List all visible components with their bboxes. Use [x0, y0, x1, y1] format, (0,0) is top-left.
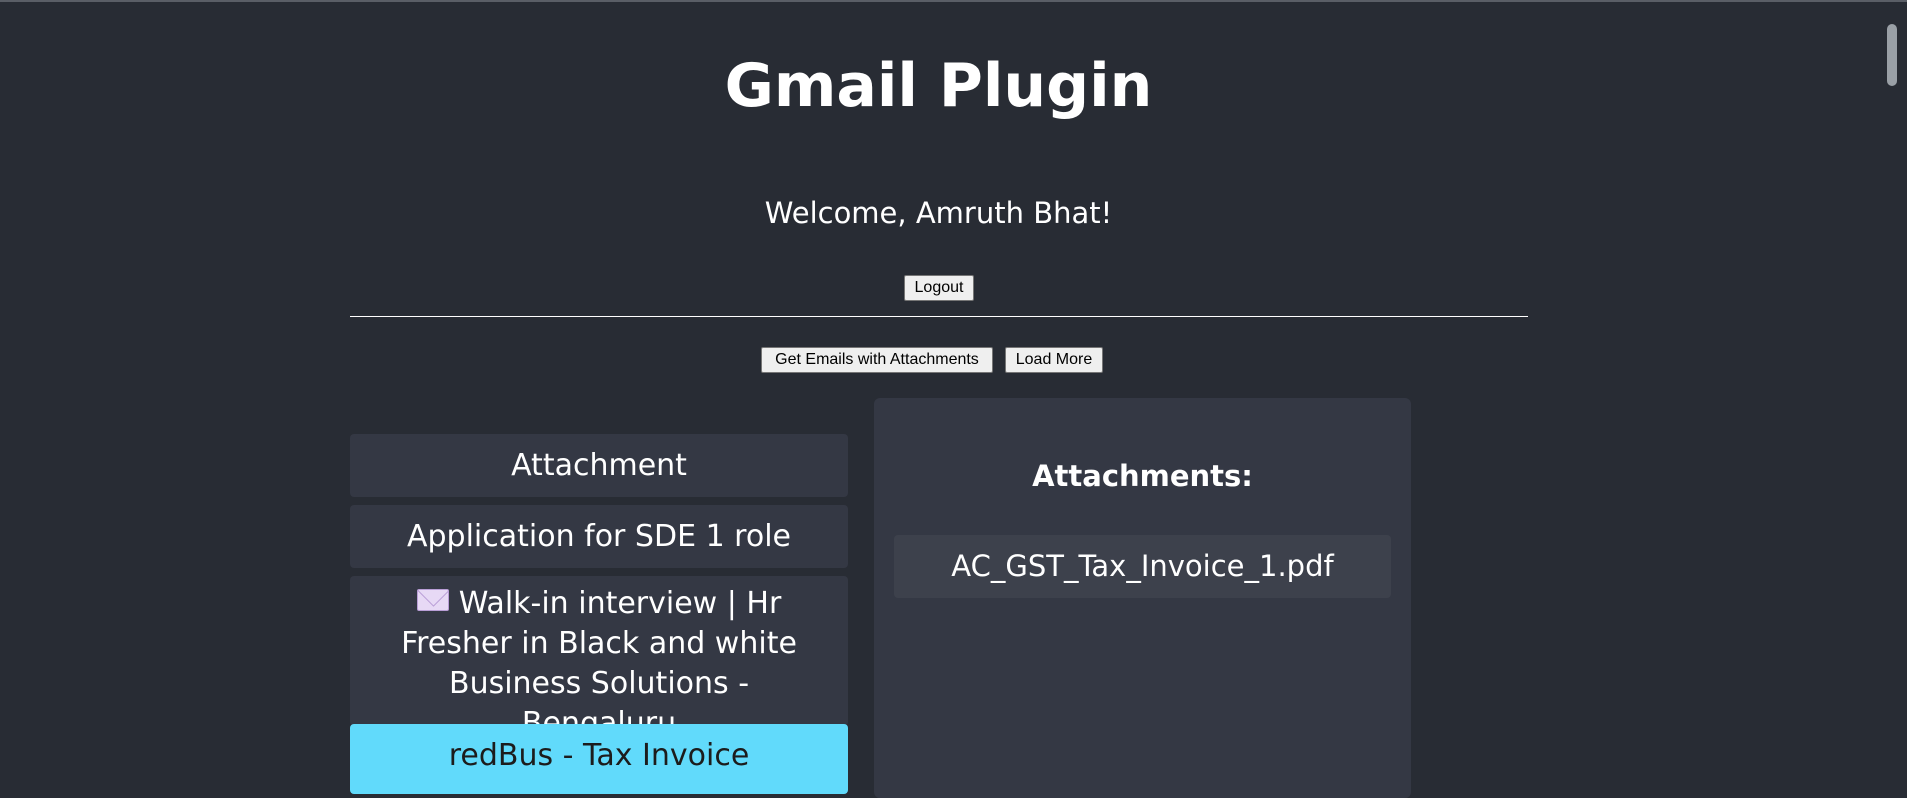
page-title: Gmail Plugin — [724, 51, 1153, 121]
attachments-heading: Attachments: — [1032, 459, 1253, 493]
app-page: Gmail Plugin Welcome, Amruth Bhat! Logou… — [0, 0, 1877, 798]
attachment-file-item[interactable]: AC_GST_Tax_Invoice_1.pdf — [894, 535, 1391, 598]
email-item-sde-application[interactable]: Application for SDE 1 role — [350, 505, 848, 568]
vertical-scrollbar[interactable] — [1877, 2, 1907, 786]
email-subject: redBus - Tax Invoice — [448, 738, 750, 773]
attachments-panel: Attachments: AC_GST_Tax_Invoice_1.pdf — [874, 398, 1411, 798]
email-subject: Attachment — [511, 448, 687, 483]
load-more-button[interactable]: Load More — [1005, 347, 1103, 373]
welcome-message: Welcome, Amruth Bhat! — [764, 196, 1113, 230]
email-item-attachment[interactable]: Attachment — [350, 434, 848, 497]
email-item-walk-in-interview[interactable]: Walk-in interview | Hr Fresher in Black … — [350, 576, 848, 741]
email-item-redbus-invoice[interactable]: redBus - Tax Invoice — [350, 724, 848, 794]
divider — [350, 316, 1528, 317]
scrollbar-thumb[interactable] — [1887, 24, 1897, 86]
logout-button[interactable]: Logout — [904, 275, 974, 301]
get-emails-button[interactable]: Get Emails with Attachments — [761, 347, 993, 373]
email-subject: Walk-in interview | Hr Fresher in Black … — [401, 586, 797, 741]
email-subject: Application for SDE 1 role — [406, 519, 792, 554]
envelope-icon — [416, 589, 449, 611]
